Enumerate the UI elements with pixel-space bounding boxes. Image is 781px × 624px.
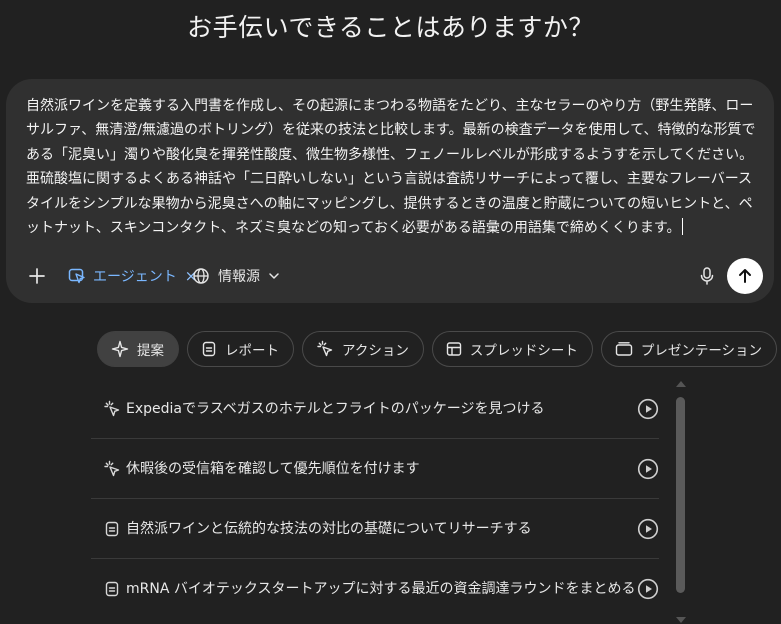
suggestion-category-tabs: 提案 レポート アクション スプレッドシート プレゼンテーション <box>97 331 778 367</box>
table-icon <box>446 341 462 357</box>
document-icon <box>201 341 217 357</box>
tab-label: スプレッドシート <box>469 343 578 359</box>
click-cursor-icon <box>103 460 121 478</box>
page-heading: お手伝いできることはありますか？ <box>187 13 594 42</box>
scrollbar-thumb[interactable] <box>676 397 685 593</box>
suggestion-item[interactable]: 自然派ワインと伝統的な技法の対比の基礎についてリサーチする <box>91 499 659 559</box>
suggestion-item[interactable]: 休暇後の受信箱を確認して優先順位を付けます <box>91 439 659 499</box>
prompt-input[interactable]: 自然派ワインを定義する入門書を作成し、その起源にまつわる物語をたどり、主なセラー… <box>26 94 756 240</box>
add-attachment-button[interactable] <box>22 261 52 291</box>
play-icon[interactable] <box>637 518 659 540</box>
prompt-composer: 自然派ワインを定義する入門書を作成し、その起源にまつわる物語をたどり、主なセラー… <box>6 79 774 303</box>
play-icon[interactable] <box>637 398 659 420</box>
suggestion-item[interactable]: Expediaでラスベガスのホテルとフライトのパッケージを見つける <box>91 379 659 439</box>
prompt-input-text: 自然派ワインを定義する入門書を作成し、その起源にまつわる物語をたどり、主なセラー… <box>26 98 756 237</box>
arrow-up-icon <box>739 269 751 283</box>
globe-icon <box>193 268 209 284</box>
suggestion-item[interactable]: mRNA バイオテックスタートアップに対する最近の資金調達ラウンドをまとめる <box>91 559 659 619</box>
tab-suggestions[interactable]: 提案 <box>97 331 179 367</box>
tab-presentation[interactable]: プレゼンテーション <box>600 331 778 367</box>
sources-label: 情報源 <box>218 269 260 285</box>
play-icon[interactable] <box>637 458 659 480</box>
agent-mode-chip[interactable]: エージェント × <box>68 261 197 291</box>
slides-icon <box>615 341 633 357</box>
suggestion-text: 自然派ワインと伝統的な技法の対比の基礎についてリサーチする <box>126 521 532 537</box>
voice-input-button[interactable] <box>692 261 722 291</box>
microphone-icon <box>700 267 714 285</box>
scroll-up-arrow-icon[interactable] <box>676 381 686 387</box>
suggestion-list: Expediaでラスベガスのホテルとフライトのパッケージを見つける 休暇後の受信… <box>91 379 659 619</box>
scroll-down-arrow-icon[interactable] <box>676 617 686 623</box>
tab-label: 提案 <box>137 343 164 359</box>
tab-report[interactable]: レポート <box>187 331 294 367</box>
sources-dropdown[interactable]: 情報源 <box>192 261 280 291</box>
text-caret <box>681 218 683 236</box>
play-icon[interactable] <box>637 578 659 600</box>
click-cursor-icon <box>316 340 334 358</box>
document-icon <box>103 580 121 598</box>
suggestion-text: mRNA バイオテックスタートアップに対する最近の資金調達ラウンドをまとめる <box>126 581 636 597</box>
tab-label: プレゼンテーション <box>640 343 763 359</box>
suggestion-scrollbar[interactable] <box>674 381 688 624</box>
suggestion-text: Expediaでラスベガスのホテルとフライトのパッケージを見つける <box>126 401 545 417</box>
tab-actions[interactable]: アクション <box>302 331 424 367</box>
agent-mode-label: エージェント <box>93 269 177 285</box>
suggestion-text: 休暇後の受信箱を確認して優先順位を付けます <box>126 461 420 477</box>
sparkle-icon <box>111 340 129 358</box>
send-button[interactable] <box>727 258 763 294</box>
tab-label: レポート <box>225 343 279 359</box>
tab-spreadsheet[interactable]: スプレッドシート <box>431 331 593 367</box>
chevron-down-icon <box>269 273 279 279</box>
tab-label: アクション <box>342 343 409 359</box>
click-cursor-icon <box>103 400 121 418</box>
document-icon <box>103 520 121 538</box>
plus-icon <box>29 268 45 284</box>
agent-cursor-icon <box>68 268 85 284</box>
composer-toolbar: エージェント × 情報源 <box>6 257 774 294</box>
